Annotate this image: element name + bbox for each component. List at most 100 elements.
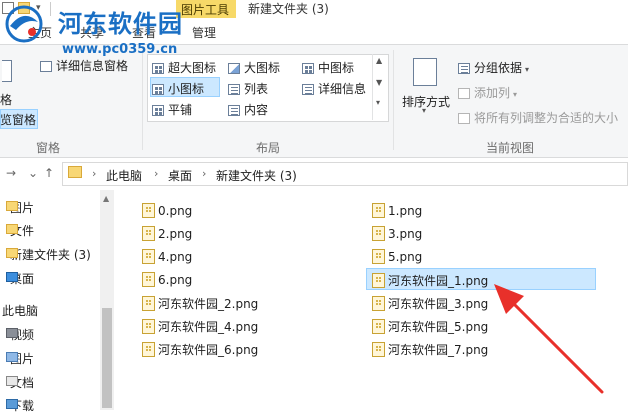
file-item[interactable]: 6.png — [142, 272, 192, 292]
file-item[interactable]: 河东软件园_2.png — [142, 295, 258, 315]
file-name: 河东软件园_1.png — [388, 274, 489, 288]
image-file-icon — [372, 296, 385, 311]
image-file-icon — [142, 203, 155, 218]
breadcrumb-separator-icon[interactable]: › — [92, 167, 96, 180]
nav-item-videos[interactable]: 视频 — [6, 326, 34, 343]
file-item[interactable]: 河东软件园_5.png — [372, 318, 488, 338]
group-by-label: 分组依据 — [474, 61, 523, 75]
navigation-pane-icon[interactable] — [2, 60, 12, 82]
file-item[interactable]: 5.png — [372, 249, 422, 269]
layout-gallery-scroller[interactable]: ▲ ▼ ▾ — [372, 54, 388, 120]
group-divider — [393, 50, 394, 150]
nav-item-files[interactable]: 文件 — [6, 222, 34, 239]
file-item[interactable]: 2.png — [142, 226, 192, 246]
file-name: 0.png — [158, 204, 193, 218]
file-name: 河东软件园_3.png — [388, 297, 489, 311]
nav-item-pictures-pinned[interactable]: 图片 — [6, 199, 34, 216]
tiles-icon — [152, 105, 164, 116]
video-icon — [6, 328, 18, 338]
layout-tiles[interactable]: 平铺 — [152, 101, 192, 118]
layout-medium-icons[interactable]: 中图标 — [302, 59, 354, 76]
file-item[interactable]: 1.png — [372, 203, 422, 223]
folder-icon — [6, 201, 18, 211]
layout-large-icons[interactable]: 大图标 — [228, 59, 280, 76]
file-item[interactable]: 3.png — [372, 226, 422, 246]
scrollbar-thumb[interactable] — [102, 308, 112, 408]
layout-item-label: 详细信息 — [318, 82, 367, 96]
group-by-button[interactable]: 分组依据 ▾ — [458, 59, 529, 76]
list-icon — [228, 84, 240, 95]
navigation-pane-button[interactable]: 格 — [0, 91, 12, 108]
add-column-label: 添加列 — [474, 86, 511, 100]
file-name: 2.png — [158, 227, 193, 241]
file-item[interactable]: 河东软件园_3.png — [372, 295, 488, 315]
add-column-button[interactable]: 添加列 ▾ — [458, 84, 517, 101]
breadcrumb-separator-icon[interactable]: › — [154, 167, 158, 180]
scroll-up-icon[interactable]: ▲ — [376, 56, 382, 65]
layout-item-label: 列表 — [244, 82, 269, 96]
file-name: 4.png — [158, 250, 193, 264]
file-name: 河东软件园_5.png — [388, 320, 489, 334]
file-item[interactable]: 0.png — [142, 203, 192, 223]
layout-extra-large-icons[interactable]: 超大图标 — [152, 59, 216, 76]
group-divider — [142, 50, 143, 150]
file-item[interactable]: 河东软件园_6.png — [142, 341, 258, 361]
window-title: 新建文件夹 (3) — [248, 2, 329, 16]
nav-item-downloads[interactable]: 下载 — [6, 397, 34, 414]
back-icon[interactable]: → — [6, 166, 16, 180]
large-icons-icon — [228, 63, 240, 74]
more-icon[interactable]: ▾ — [376, 98, 380, 107]
fit-columns-label: 将所有列调整为合适的大小 — [474, 111, 619, 125]
annotation-arrow — [494, 284, 604, 394]
nav-item-pictures[interactable]: 图片 — [6, 350, 34, 367]
image-file-icon — [142, 272, 155, 287]
scroll-up-icon[interactable]: ▲ — [103, 194, 109, 203]
nav-item-new-folder-3[interactable]: 新建文件夹 (3) — [6, 246, 91, 263]
file-name: 河东软件园_2.png — [158, 297, 259, 311]
layout-list[interactable]: 列表 — [228, 80, 268, 97]
details-pane-button[interactable]: 详细信息窗格 — [40, 57, 128, 74]
nav-item-label: 新建文件夹 (3) — [10, 248, 91, 262]
breadcrumb-desktop[interactable]: 桌面 — [168, 167, 192, 184]
layout-content[interactable]: 内容 — [228, 101, 268, 118]
sort-by-dropdown-icon[interactable]: ▾ — [422, 106, 426, 115]
layout-details[interactable]: 详细信息 — [302, 80, 366, 97]
recent-locations-icon[interactable]: ⌄ — [28, 166, 38, 180]
small-icons-icon — [152, 84, 164, 95]
details-pane-label: 详细信息窗格 — [56, 59, 129, 73]
breadcrumb-current-folder[interactable]: 新建文件夹 (3) — [216, 167, 297, 184]
watermark-site-name: 河东软件园 — [58, 10, 183, 38]
file-item[interactable]: 河东软件园_4.png — [142, 318, 258, 338]
file-item[interactable]: 4.png — [142, 249, 192, 269]
nav-item-documents[interactable]: 文档 — [6, 374, 34, 391]
breadcrumb-separator-icon[interactable]: › — [202, 167, 206, 180]
current-view-group-label: 当前视图 — [486, 141, 535, 155]
image-file-icon — [372, 249, 385, 264]
image-file-icon — [142, 226, 155, 241]
address-bar[interactable] — [62, 162, 628, 186]
image-file-icon — [372, 319, 385, 334]
tab-manage[interactable]: 管理 — [192, 24, 216, 41]
add-column-dropdown-icon: ▾ — [513, 90, 518, 99]
fit-columns-button[interactable]: 将所有列调整为合适的大小 — [458, 109, 618, 126]
breadcrumb-this-pc[interactable]: 此电脑 — [106, 167, 142, 184]
file-item-selected[interactable]: 河东软件园_1.png — [372, 272, 488, 292]
file-item[interactable]: 河东软件园_7.png — [372, 341, 488, 361]
preview-pane-button[interactable]: 览窗格 — [0, 111, 36, 128]
picture-tools-label: 图片工具 — [181, 3, 230, 17]
nav-item-this-pc[interactable]: 此电脑 — [2, 302, 38, 319]
file-name: 河东软件园_4.png — [158, 320, 259, 334]
nav-item-desktop[interactable]: 桌面 — [6, 270, 34, 287]
scroll-down-icon[interactable]: ▼ — [376, 78, 382, 87]
details-icon — [302, 84, 314, 95]
layout-small-icons[interactable]: 小图标 — [152, 80, 204, 97]
image-file-icon — [142, 296, 155, 311]
sort-by-icon[interactable] — [413, 58, 437, 86]
group-by-dropdown-icon: ▾ — [525, 65, 530, 74]
file-name: 河东软件园_6.png — [158, 343, 259, 357]
file-name: 3.png — [388, 227, 423, 241]
documents-icon — [6, 376, 18, 386]
layout-item-label: 超大图标 — [168, 61, 217, 75]
up-icon[interactable]: ↑ — [44, 166, 54, 180]
folder-icon — [6, 224, 18, 234]
